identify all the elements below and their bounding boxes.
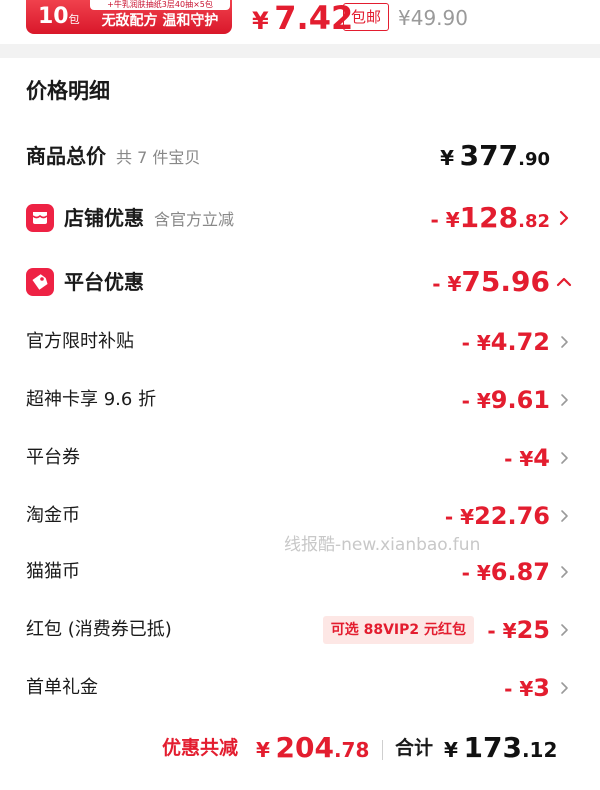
product-strip: 10包 +牛乳润肤抽纸3层40抽×5包 无敌配方 温和守护 ¥ 7.42 包邮 …	[0, 0, 600, 44]
discount-item-row[interactable]: 首单礼金 - ¥3	[0, 668, 600, 708]
goods-total-row: 商品总价共 7 件宝贝 ¥ 377.90	[0, 136, 600, 176]
shop-discount-row[interactable]: 店铺优惠 含官方立减 - ¥128.82	[0, 198, 600, 238]
discount-item-row[interactable]: 官方限时补贴 - ¥4.72	[0, 322, 600, 362]
promo-count: 10包	[28, 4, 84, 30]
summary-bar: 优惠共减 ¥ 204.78 合计 ¥ 173.12	[0, 726, 600, 772]
total-discount-label: 优惠共减	[162, 737, 239, 759]
unit-price-currency: ¥	[252, 7, 269, 35]
discount-item-label: 猫猫币	[26, 561, 80, 582]
chevron-right-icon[interactable]	[554, 620, 574, 640]
discount-item-value: - ¥4.72	[462, 322, 550, 362]
coupon-tag-icon	[26, 268, 54, 296]
shop-discount-prefix: - ¥	[430, 208, 460, 232]
platform-discount-label: 平台优惠	[64, 270, 144, 294]
original-price: ¥49.90	[398, 6, 468, 30]
goods-total-int: 377	[459, 139, 519, 172]
unit-price: ¥ 7.42	[252, 0, 353, 36]
discount-item-amount: 4	[533, 444, 550, 472]
chevron-right-icon[interactable]	[554, 448, 574, 468]
discount-item-amount: 6.87	[490, 558, 550, 586]
discount-item-row[interactable]: 超神卡享 9.6 折 - ¥9.61	[0, 380, 600, 420]
discount-item-amount: 9.61	[490, 386, 550, 414]
chevron-right-icon[interactable]	[554, 390, 574, 410]
discount-item-value: - ¥4	[504, 438, 550, 478]
vip-red-packet-tag[interactable]: 可选 88VIP2 元红包	[322, 616, 474, 644]
price-detail-card: 价格明细 商品总价共 7 件宝贝 ¥ 377.90 店铺优惠 含官方立减 - ¥1…	[0, 58, 600, 790]
discount-item-prefix: - ¥	[444, 505, 475, 529]
discount-item-prefix: - ¥	[487, 619, 517, 643]
goods-total-title: 商品总价	[26, 144, 106, 168]
chevron-right-icon[interactable]	[554, 332, 574, 352]
shop-discount-value: - ¥128.82	[430, 198, 550, 238]
item-count: 共 7 件宝贝	[116, 148, 201, 167]
shop-icon	[26, 204, 54, 232]
grand-total-currency: ¥	[444, 738, 458, 762]
section-title: 价格明细	[26, 79, 110, 103]
goods-total-currency: ¥	[440, 146, 455, 170]
platform-discount-row[interactable]: 平台优惠 - ¥75.96	[0, 262, 600, 302]
goods-total-dec: .90	[518, 149, 550, 170]
chevron-up-icon[interactable]	[554, 272, 574, 292]
promo-banner: 10包 +牛乳润肤抽纸3层40抽×5包 无敌配方 温和守护	[26, 0, 232, 34]
discount-item-label: 首单礼金	[26, 677, 98, 698]
total-discount-value: ¥ 204.78	[256, 726, 369, 774]
discount-item-amount: 22.76	[474, 502, 550, 530]
shop-discount-dec: .82	[518, 211, 550, 232]
discount-item-row[interactable]: 猫猫币 - ¥6.87	[0, 552, 600, 592]
goods-total-label: 商品总价共 7 件宝贝	[26, 136, 200, 176]
total-discount-int: 204	[275, 731, 334, 764]
chevron-right-icon[interactable]	[554, 562, 574, 582]
discount-item-value: - ¥25	[487, 610, 550, 650]
shop-discount-label: 店铺优惠 含官方立减	[64, 198, 234, 238]
discount-item-label: 超神卡享 9.6 折	[26, 389, 157, 410]
unit-price-value: 7.42	[274, 0, 354, 37]
total-discount-currency: ¥	[256, 738, 270, 762]
grand-total-value: ¥ 173.12	[444, 726, 557, 774]
grand-total-dec: .12	[521, 738, 558, 762]
grand-total-int: 173	[463, 731, 522, 764]
discount-item-label: 淘金币	[26, 505, 80, 526]
discount-item-amount: 25	[516, 616, 550, 644]
discount-item-value: - ¥6.87	[462, 552, 550, 592]
discount-item-label: 官方限时补贴	[26, 331, 134, 352]
discount-item-value: - ¥22.76	[445, 496, 550, 536]
discount-item-prefix: - ¥	[504, 447, 534, 471]
discount-item-amount: 3	[533, 674, 550, 702]
promo-slogan: 无敌配方 温和守护	[101, 13, 219, 29]
grand-total-label: 合计	[395, 737, 434, 759]
chevron-right-icon[interactable]	[554, 678, 574, 698]
summary-divider	[382, 740, 383, 760]
discount-item-label: 平台券	[26, 447, 80, 468]
chevron-right-icon[interactable]	[554, 506, 574, 526]
discount-item-value: - ¥3	[504, 668, 550, 708]
shop-discount-title: 店铺优惠	[64, 206, 144, 230]
chevron-right-icon[interactable]	[554, 208, 574, 228]
promo-count-number: 10	[38, 4, 69, 29]
platform-discount-amount: 75.96	[461, 265, 550, 298]
discount-item-row[interactable]: 平台券 - ¥4	[0, 438, 600, 478]
discount-item-prefix: - ¥	[461, 331, 491, 355]
discount-item-prefix: - ¥	[504, 677, 534, 701]
discount-item-prefix: - ¥	[461, 389, 491, 413]
discount-item-label: 红包 (消费券已抵)	[26, 619, 172, 640]
discount-item-prefix: - ¥	[461, 561, 491, 585]
total-discount-dec: .78	[333, 738, 370, 762]
discount-item-row[interactable]: 红包 (消费券已抵) 可选 88VIP2 元红包 - ¥25	[0, 610, 600, 650]
discount-item-row[interactable]: 淘金币 - ¥22.76	[0, 496, 600, 536]
platform-discount-prefix: - ¥	[432, 272, 462, 296]
goods-total-value: ¥ 377.90	[440, 136, 550, 176]
shop-discount-int: 128	[459, 201, 519, 234]
shop-discount-note: 含官方立减	[154, 210, 235, 229]
section-gap	[0, 44, 600, 58]
discount-item-value: - ¥9.61	[462, 380, 550, 420]
promo-fine-print: +牛乳润肤抽纸3层40抽×5包	[90, 0, 230, 10]
promo-count-unit: 包	[68, 13, 80, 26]
platform-discount-value: - ¥75.96	[432, 262, 550, 302]
free-shipping-badge: 包邮	[343, 3, 389, 31]
discount-item-amount: 4.72	[490, 328, 550, 356]
